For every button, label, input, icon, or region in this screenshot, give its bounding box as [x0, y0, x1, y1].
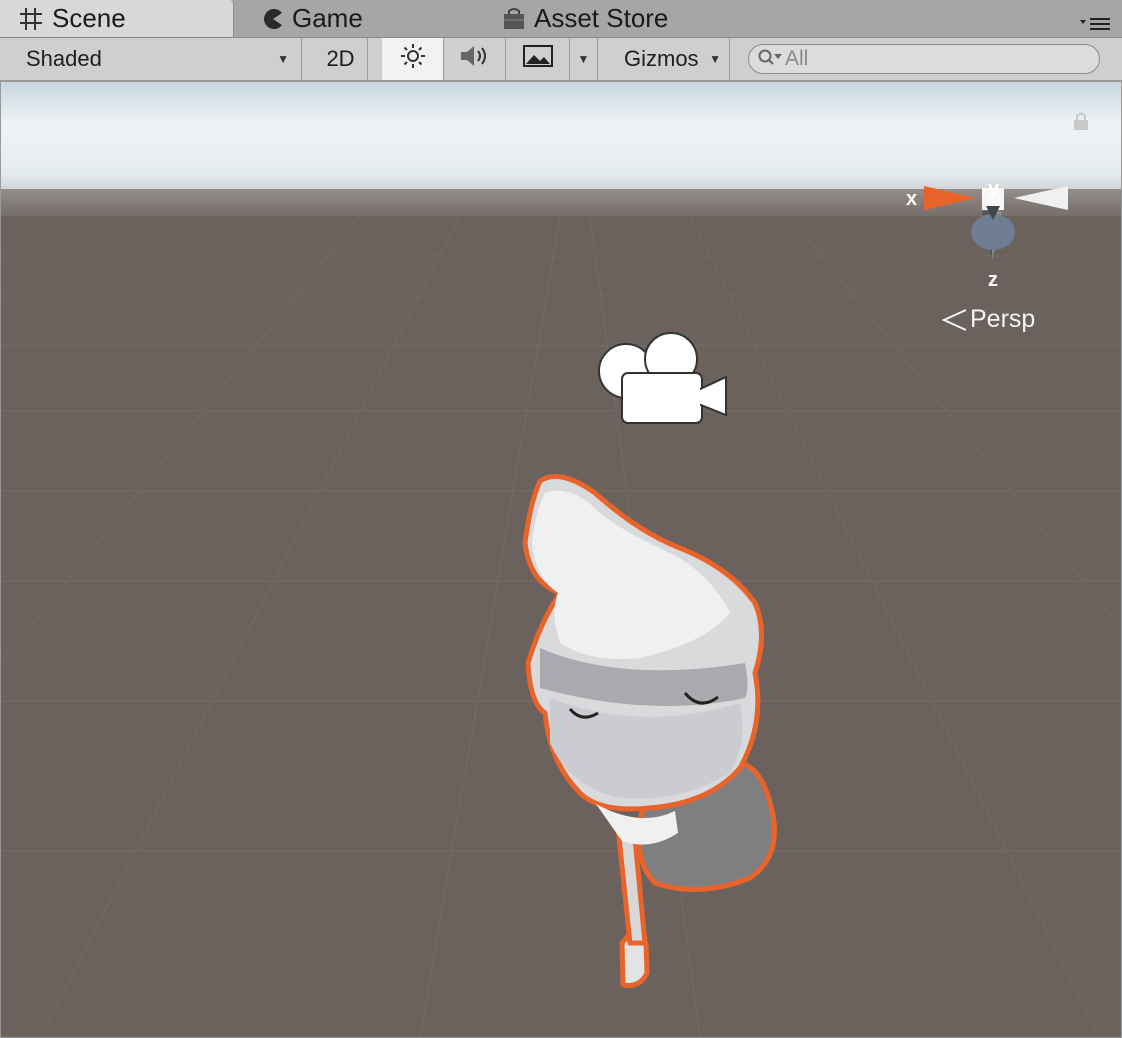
- 2d-label: 2D: [326, 46, 355, 71]
- panel-menu-icon[interactable]: [1080, 16, 1112, 37]
- tab-label: Game: [292, 3, 363, 33]
- scene-toolbar: Shaded ▼ 2D ▼ Gizmos ▼: [0, 38, 1122, 81]
- tab-game[interactable]: Game: [262, 0, 363, 37]
- search-icon: [757, 48, 783, 71]
- hierarchy-search-field[interactable]: [748, 44, 1100, 74]
- tab-bar: Scene Game Asset Store: [0, 0, 1122, 38]
- sun-icon: [399, 42, 427, 76]
- x-axis-handle[interactable]: [924, 186, 976, 210]
- draw-mode-dropdown[interactable]: Shaded ▼: [0, 38, 302, 80]
- tab-label: Scene: [52, 3, 126, 33]
- tab-scene[interactable]: Scene: [0, 0, 234, 37]
- scene-viewport[interactable]: x y z Persp: [0, 81, 1122, 1038]
- camera-gizmo-icon[interactable]: [596, 331, 730, 431]
- chevron-down-icon: ▼: [277, 52, 289, 66]
- x-axis-label: x: [906, 188, 917, 210]
- tab-asset-store[interactable]: Asset Store: [502, 0, 668, 37]
- pacman-icon: [262, 8, 284, 30]
- z-axis-label: z: [988, 269, 998, 291]
- chevron-down-icon: ▼: [709, 52, 721, 66]
- z-axis-handle[interactable]: [971, 206, 1015, 250]
- effects-dropdown[interactable]: ▼: [570, 38, 598, 80]
- search-input[interactable]: [785, 47, 1085, 71]
- tab-label: Asset Store: [534, 3, 669, 33]
- effects-toggle-button[interactable]: [506, 38, 570, 80]
- grid-hash-icon: [18, 6, 44, 32]
- gizmos-label: Gizmos: [624, 46, 699, 71]
- 2d-toggle-button[interactable]: 2D: [314, 38, 368, 80]
- image-icon: [522, 45, 553, 73]
- lighting-toggle-button[interactable]: [382, 38, 444, 80]
- neg-x-axis-handle[interactable]: [1014, 186, 1068, 210]
- audio-toggle-button[interactable]: [444, 38, 506, 80]
- draw-mode-label: Shaded: [26, 46, 102, 71]
- gizmos-dropdown[interactable]: Gizmos ▼: [610, 38, 730, 80]
- orientation-gizmo[interactable]: x y z: [890, 176, 1090, 376]
- y-axis-label: y: [988, 178, 1000, 200]
- projection-toggle[interactable]: Persp: [940, 305, 1035, 334]
- speaker-icon: [458, 42, 492, 76]
- chevron-down-icon: ▼: [577, 52, 590, 66]
- selected-character-model[interactable]: [500, 473, 800, 993]
- projection-label: Persp: [970, 305, 1036, 333]
- lock-icon[interactable]: [1072, 111, 1090, 136]
- store-bag-icon: [502, 7, 526, 31]
- perspective-chevron-icon: [941, 308, 967, 331]
